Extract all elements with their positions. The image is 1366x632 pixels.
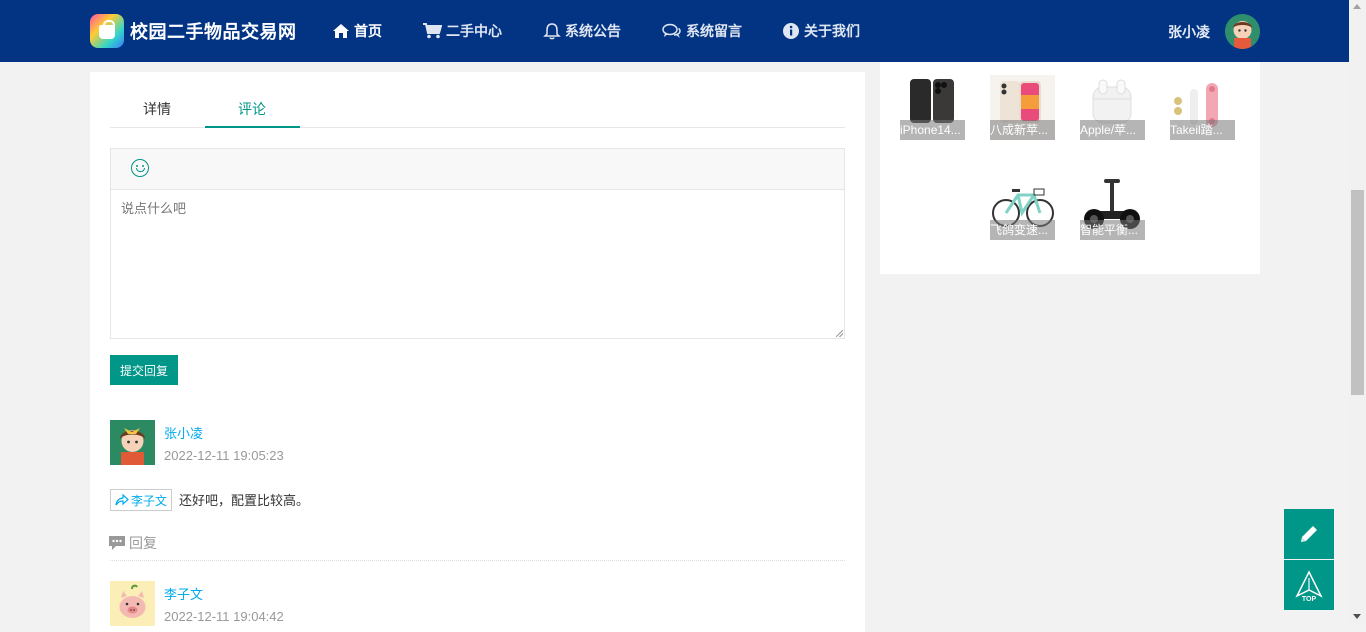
product-caption: 八成新苹... [990, 120, 1055, 140]
comment-divider [110, 560, 845, 561]
scrollbar-thumb[interactable] [1351, 190, 1364, 395]
top-label: TOP [1301, 596, 1317, 603]
site-brand[interactable]: 校园二手物品交易网 [130, 18, 297, 44]
comment-avatar[interactable] [110, 581, 155, 626]
comment-time: 2022-12-11 19:04:42 [164, 609, 284, 624]
user-avatar[interactable] [1225, 14, 1260, 49]
comment-input[interactable] [111, 190, 844, 338]
resize-handle-icon[interactable] [836, 330, 843, 337]
nav-home-label: 首页 [354, 23, 382, 39]
nav-secondhand-label: 二手中心 [446, 23, 502, 39]
product-thumb[interactable]: Apple/苹... [1080, 75, 1145, 140]
info-icon [783, 23, 799, 39]
write-comment-button[interactable] [1284, 509, 1334, 559]
site-logo-icon[interactable] [90, 14, 124, 48]
active-tab-indicator [205, 126, 300, 128]
detail-card: 详情 评论 提交回复 张小凌 2022-12-11 19:05:23 李子文 还… [90, 72, 865, 632]
pencil-icon [1301, 526, 1317, 542]
comment-time: 2022-12-11 19:05:23 [164, 448, 284, 463]
comment-editor [110, 148, 845, 339]
reply-label: 回复 [129, 535, 157, 551]
tab-detail[interactable]: 详情 [143, 99, 171, 119]
scroll-up-arrow-icon[interactable] [1353, 4, 1361, 9]
comment-text: 还好吧，配置比较高。 [179, 493, 310, 508]
editor-toolbar [111, 149, 844, 190]
product-thumb[interactable]: 飞鸽变速... [990, 175, 1055, 240]
comment-bubble-icon [109, 536, 125, 550]
product-caption: 飞鸽变速... [990, 220, 1055, 240]
nav-secondhand-center[interactable]: 二手中心 [423, 21, 502, 41]
nav-announcement[interactable]: 系统公告 [543, 21, 621, 41]
reply-button[interactable]: 回复 [108, 533, 157, 553]
emoji-icon[interactable] [131, 159, 149, 177]
product-thumb[interactable]: 八成新苹... [990, 75, 1055, 140]
top-navbar: 校园二手物品交易网 首页 二手中心 系统公告 系统留言 关于我们 张小凌 [0, 0, 1349, 62]
comment-user-name[interactable]: 李子文 [164, 584, 203, 603]
chat-icon [662, 23, 681, 38]
product-caption: iPhone14... [900, 120, 965, 140]
nav-about-label: 关于我们 [804, 23, 860, 39]
reply-to-user: 李子文 [131, 493, 168, 508]
share-arrow-icon [115, 494, 129, 506]
submit-reply-button[interactable]: 提交回复 [110, 355, 178, 385]
bell-icon [543, 23, 561, 40]
nav-announcement-label: 系统公告 [565, 23, 621, 39]
product-thumb[interactable]: Takeil踏... [1170, 75, 1235, 140]
comment-avatar[interactable] [110, 420, 155, 465]
back-to-top-button[interactable]: TOP [1284, 560, 1334, 610]
product-thumb[interactable]: 智能平衡... [1080, 175, 1145, 240]
comment-user-name[interactable]: 张小凌 [164, 423, 203, 442]
tab-comment[interactable]: 评论 [238, 99, 266, 119]
nav-about[interactable]: 关于我们 [782, 21, 860, 41]
header-user-name[interactable]: 张小凌 [1168, 22, 1210, 42]
product-caption: Takeil踏... [1170, 120, 1235, 140]
nav-message-label: 系统留言 [686, 23, 742, 39]
home-icon [333, 24, 349, 38]
cart-icon [423, 23, 442, 39]
product-caption: Apple/苹... [1080, 120, 1145, 140]
product-caption: 智能平衡... [1080, 220, 1145, 240]
product-thumb[interactable]: iPhone14... [900, 75, 965, 140]
nav-home[interactable]: 首页 [332, 21, 382, 41]
reply-to-tag[interactable]: 李子文 [110, 489, 173, 511]
recommended-products-card: iPhone14... 八成新苹... Apple/苹... Takeil踏..… [880, 62, 1260, 274]
nav-message[interactable]: 系统留言 [662, 21, 742, 41]
scroll-down-arrow-icon[interactable] [1353, 614, 1361, 619]
